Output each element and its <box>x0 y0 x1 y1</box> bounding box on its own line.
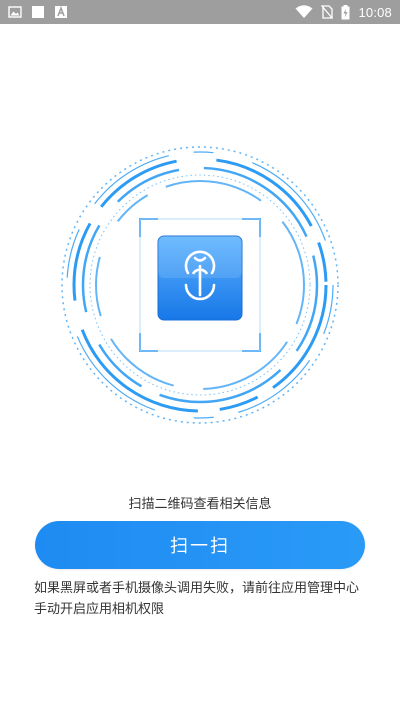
battery-charging-icon <box>341 4 350 19</box>
scan-hint-text: 扫描二维码查看相关信息 <box>128 497 272 512</box>
font-icon <box>55 5 67 18</box>
camera-permission-note: 如果黑屏或者手机摄像头调用失败，请前往应用管理中心手动开启应用相机权限 <box>34 581 360 617</box>
scanner-frame <box>61 146 339 424</box>
status-time: 10:08 <box>358 4 392 20</box>
status-bar: 10:08 <box>0 0 400 24</box>
no-sim-icon <box>321 5 334 19</box>
wifi-icon <box>295 5 313 18</box>
metro-logo-icon <box>157 235 243 321</box>
square-icon <box>32 6 44 18</box>
image-icon <box>8 6 22 18</box>
scan-button[interactable]: 扫一扫 <box>35 521 365 569</box>
